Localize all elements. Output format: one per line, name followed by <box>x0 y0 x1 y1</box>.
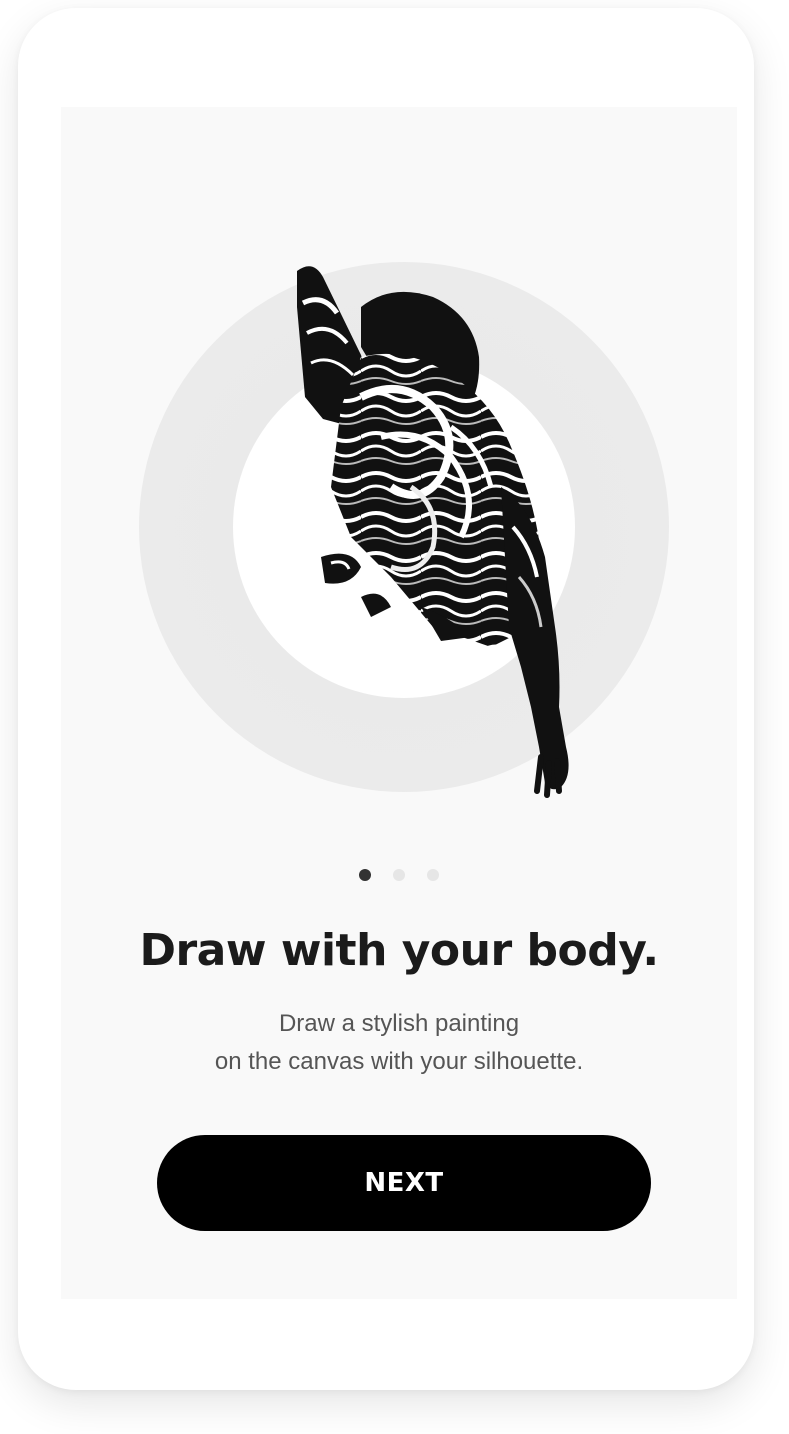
page-dot-1-active[interactable] <box>359 869 371 881</box>
onboarding-title: Draw with your body. <box>139 925 659 976</box>
hero-illustration <box>61 107 737 827</box>
onboarding-subtitle: Draw a stylish painting on the canvas wi… <box>61 1005 737 1081</box>
page-dot-3[interactable] <box>427 869 439 881</box>
silhouette-figure-illustration <box>297 266 569 798</box>
onboarding-screen: Draw with your body. Draw a stylish pain… <box>61 107 737 1299</box>
subtitle-line-2: on the canvas with your silhouette. <box>214 1048 584 1075</box>
phone-frame: Draw with your body. Draw a stylish pain… <box>18 8 754 1390</box>
page-indicator <box>61 869 737 881</box>
next-button[interactable]: NEXT <box>157 1135 651 1231</box>
page-dot-2[interactable] <box>393 869 405 881</box>
subtitle-line-1: Draw a stylish painting <box>278 1010 520 1037</box>
